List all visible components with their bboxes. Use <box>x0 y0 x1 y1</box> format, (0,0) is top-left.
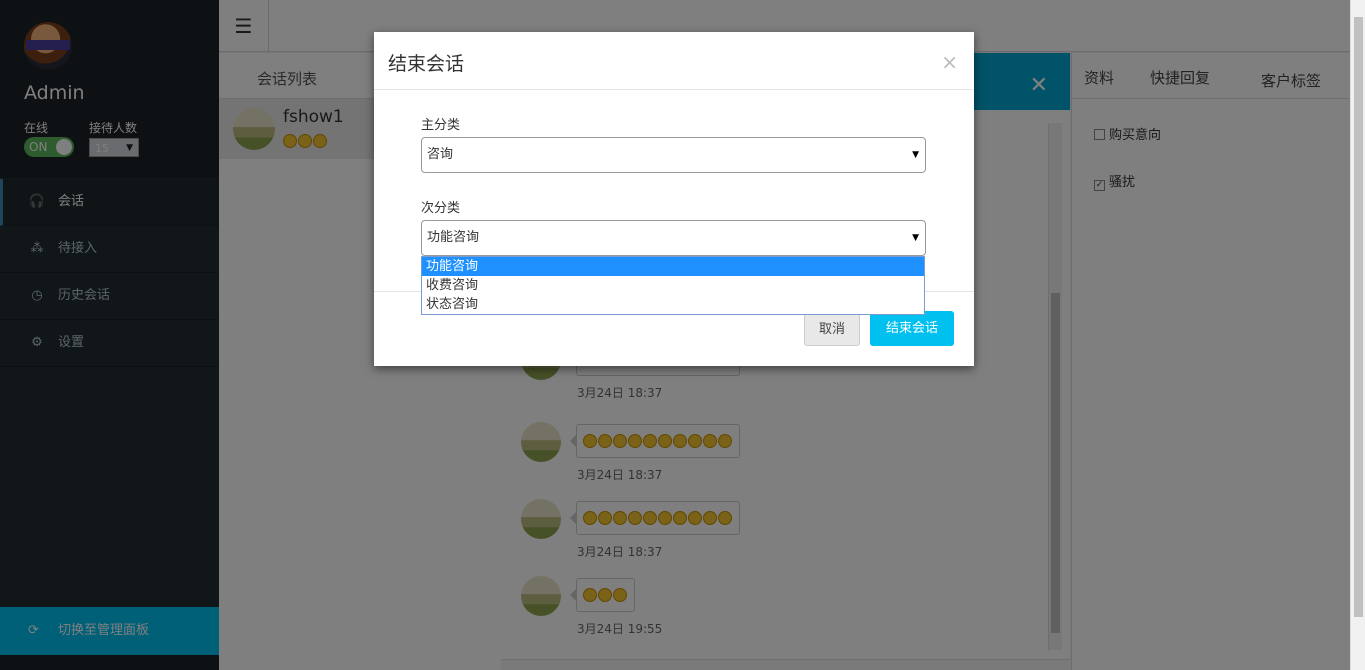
cancel-button[interactable]: 取消 <box>804 311 860 346</box>
primary-category-value: 咨询 <box>427 147 454 162</box>
close-icon[interactable]: × <box>941 50 958 74</box>
secondary-category-select[interactable]: 功能咨询 ▼ <box>421 220 926 256</box>
chevron-down-icon: ▼ <box>912 150 919 160</box>
secondary-category-value: 功能咨询 <box>427 230 480 245</box>
primary-category-select[interactable]: 咨询 ▼ <box>421 137 926 173</box>
end-session-dialog: 结束会话 × 主分类 咨询 ▼ 次分类 功能咨询 ▼ 取消 结束会话 <box>374 32 974 366</box>
secondary-category-label: 次分类 <box>421 201 461 216</box>
secondary-category-dropdown: 功能咨询 收费咨询 状态咨询 <box>421 256 925 315</box>
page-scrollbar[interactable] <box>1350 0 1365 670</box>
chevron-down-icon: ▼ <box>912 233 919 243</box>
scroll-thumb[interactable] <box>1354 17 1363 617</box>
app-window: Admin 在线 接待人数 ON 15 ▼ 🎧 会话 ⁂ 待接入 ◷ <box>0 0 1365 670</box>
dialog-header: 结束会话 × <box>374 32 974 90</box>
dropdown-option[interactable]: 状态咨询 <box>422 295 924 314</box>
dialog-title: 结束会话 <box>388 53 465 75</box>
dropdown-option[interactable]: 收费咨询 <box>422 276 924 295</box>
primary-category-label: 主分类 <box>421 118 461 133</box>
end-session-button[interactable]: 结束会话 <box>870 311 954 346</box>
dropdown-option[interactable]: 功能咨询 <box>422 257 924 276</box>
